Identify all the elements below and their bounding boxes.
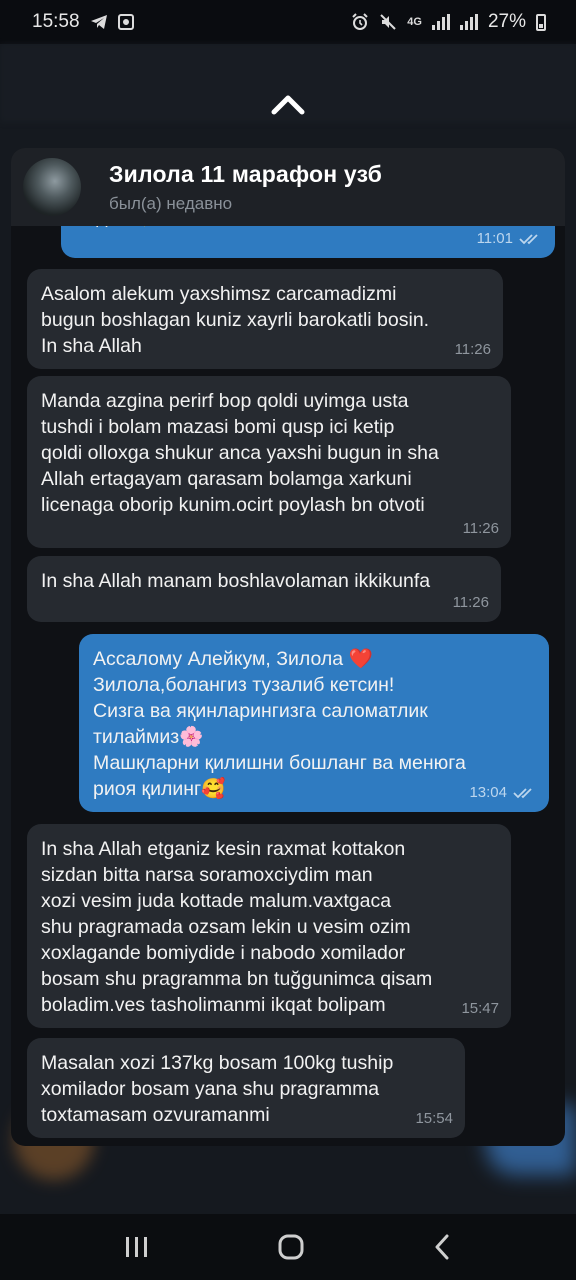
message-text: Ассалому Алейкум, Зилола ❤️ Зилола,болан… — [93, 648, 466, 800]
message-time: 15:47 — [461, 1000, 499, 1017]
recents-icon[interactable] — [124, 1235, 150, 1259]
network-label: 4G — [407, 16, 422, 28]
message-meta: 13:04 — [469, 780, 537, 806]
message-meta: 11:01 — [477, 226, 543, 252]
message-time: 11:26 — [452, 594, 489, 611]
message-bubble-incoming[interactable]: Manda azgina perirf bop qoldi uyimga ust… — [27, 376, 511, 548]
signal-icon-2 — [459, 14, 478, 30]
signal-icon — [431, 14, 450, 30]
clock: 15:58 — [32, 11, 80, 32]
chat-header-text: Зилола 11 марафон узб был(а) недавно — [109, 161, 382, 214]
alarm-icon — [352, 13, 368, 30]
chat-title: Зилола 11 марафон узб — [109, 160, 383, 187]
message-time: 13:04 — [469, 784, 507, 801]
message-bubble-incoming[interactable]: In sha Allah etganiz kesin raxmat kottak… — [27, 824, 511, 1028]
message-meta: 11:26 — [455, 337, 491, 363]
message-time: 11:26 — [462, 520, 499, 537]
message-meta: 11:26 — [453, 590, 489, 616]
message-time: 11:26 — [454, 341, 491, 358]
back-icon[interactable] — [432, 1234, 452, 1260]
chat-preview-card[interactable]: Зилола 11 марафон узб был(а) недавно вид… — [11, 148, 565, 1146]
message-meta: 11:26 — [463, 516, 499, 542]
message-bubble-incoming[interactable]: In sha Allah manam boshlavolaman ikkikun… — [27, 556, 501, 622]
chevron-up-icon[interactable] — [270, 92, 306, 116]
chat-status: был(а) недавно — [109, 193, 233, 213]
home-icon[interactable] — [277, 1233, 305, 1261]
telegram-icon — [90, 15, 107, 29]
message-meta: 15:47 — [461, 996, 499, 1022]
message-text: In sha Allah manam boshlavolaman ikkikun… — [41, 570, 431, 592]
navigation-bar — [0, 1214, 576, 1280]
chat-header[interactable]: Зилола 11 марафон узб был(а) недавно — [11, 148, 565, 226]
message-text: Asalom alekum yaxshimsz carcamadizmi bug… — [41, 283, 430, 357]
battery-icon — [536, 13, 546, 31]
message-bubble-outgoing[interactable]: Ассалому Алейкум, Зилола ❤️ Зилола,болан… — [79, 634, 549, 812]
message-list[interactable]: видео✨ 11:01 Asalom alekum yaxshimsz car… — [11, 204, 565, 1146]
mute-icon — [380, 14, 396, 30]
message-bubble-incoming[interactable]: Masalan xozi 137kg bosam 100kg tuship xo… — [27, 1038, 465, 1138]
status-bar: 15:58 4G 27% — [0, 0, 576, 44]
message-meta: 15:54 — [415, 1106, 453, 1132]
message-bubble-incoming[interactable]: Asalom alekum yaxshimsz carcamadizmi bug… — [27, 269, 503, 369]
message-time: 11:01 — [476, 230, 513, 247]
battery-percent: 27% — [487, 11, 526, 32]
message-time: 15:54 — [415, 1110, 453, 1127]
gallery-icon — [117, 14, 134, 30]
avatar[interactable] — [23, 158, 81, 216]
double-check-icon — [519, 234, 538, 245]
message-text: Masalan xozi 137kg bosam 100kg tuship xo… — [41, 1052, 394, 1126]
message-text: Manda azgina perirf bop qoldi uyimga ust… — [41, 390, 439, 516]
message-text: In sha Allah etganiz kesin raxmat kottak… — [41, 838, 433, 1016]
double-check-icon — [513, 788, 532, 799]
